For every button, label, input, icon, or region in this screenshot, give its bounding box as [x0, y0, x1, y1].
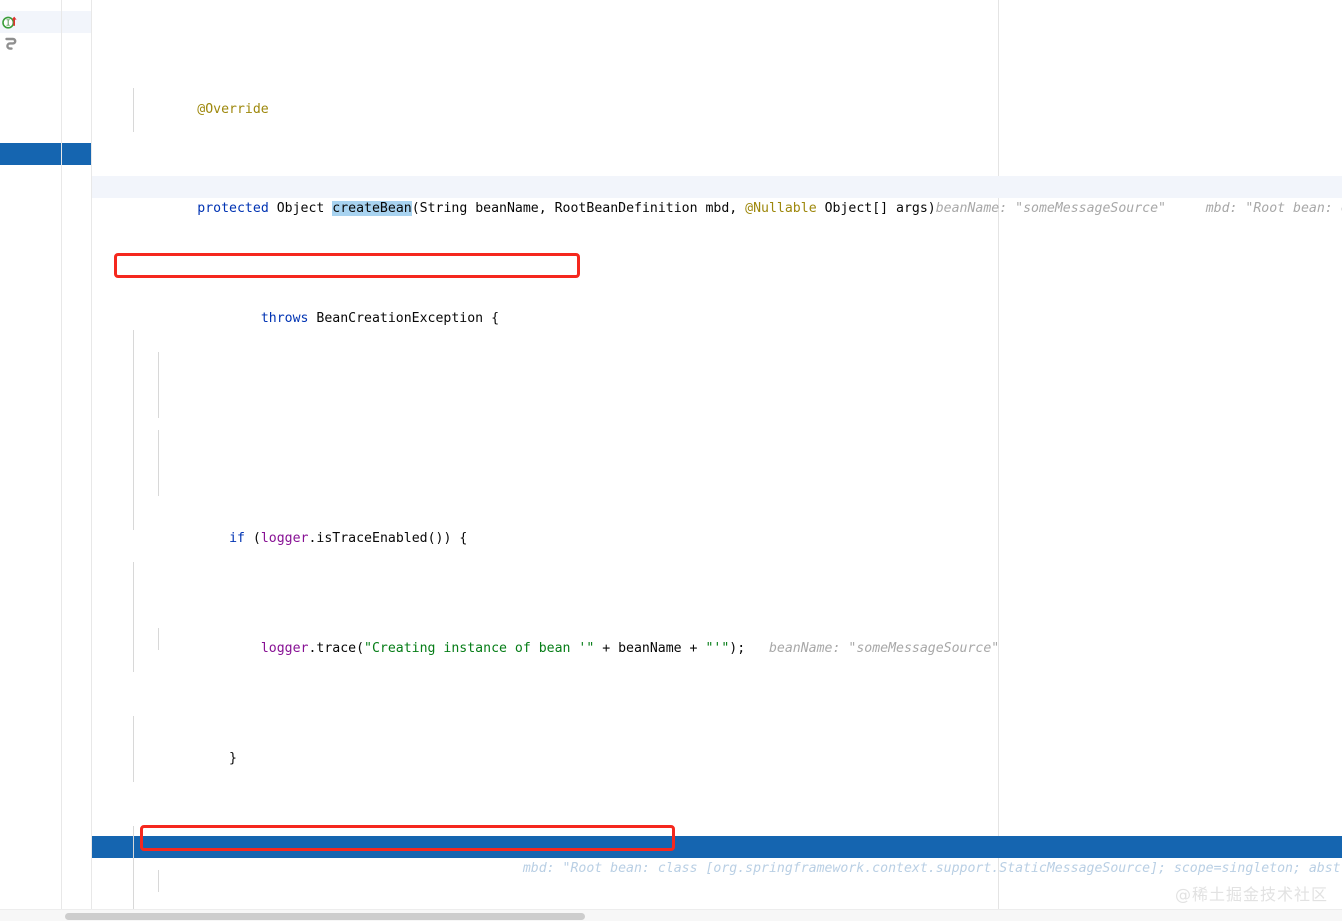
code-token: "Creating instance of bean '"	[364, 641, 595, 656]
inline-hint-beanname-trace	[745, 641, 769, 656]
code-line: protected Object createBean(String beanN…	[92, 176, 1342, 216]
annotation-override: @Override	[165, 102, 269, 117]
implemented-method-icon[interactable]	[2, 36, 18, 52]
indent-guide	[133, 330, 134, 530]
gutter-separator-left	[61, 0, 62, 909]
indent-guide	[133, 88, 134, 132]
code-token: Object[] args)	[816, 201, 936, 216]
indent-guide	[133, 716, 134, 782]
selected-token-createBean[interactable]: createBean	[332, 201, 412, 216]
indent-guide	[158, 430, 159, 496]
code-token: );	[729, 641, 746, 656]
indent-guide	[133, 826, 134, 909]
horizontal-scrollbar-thumb[interactable]	[65, 913, 585, 920]
horizontal-scrollbar-track[interactable]	[0, 909, 1342, 921]
code-token: if	[229, 531, 245, 546]
code-token: (String beanName, RootBeanDefinition mbd…	[411, 201, 746, 216]
watermark-text: @稀土掘金技术社区	[1174, 885, 1328, 904]
annotation-nullable: @Nullable	[745, 201, 817, 216]
code-token: Object	[268, 201, 333, 216]
editor-left-strip	[0, 0, 61, 909]
code-token: BeanCreationException {	[308, 311, 500, 326]
inline-hint-beanname: beanName: "someMessageSource"	[935, 201, 1166, 216]
svg-text:I: I	[6, 19, 11, 28]
inline-hint-mbd-exec-gap	[499, 861, 523, 876]
code-token: mbdToUse	[379, 861, 444, 876]
code-editor-area[interactable]: @Override protected Object createBean(St…	[92, 0, 1342, 909]
code-line: }	[92, 726, 1342, 766]
indent-guide	[158, 628, 159, 650]
override-method-icon[interactable]: I	[2, 14, 18, 30]
indent-guide	[133, 562, 134, 672]
code-token: }	[165, 751, 237, 766]
inline-hint-mbd-exec: mbd: "Root bean: class [org.springframew…	[522, 861, 1342, 876]
code-token: .isTraceEnabled()) {	[308, 531, 468, 546]
code-token: = mbd;	[443, 861, 500, 876]
code-token: + beanName +	[594, 641, 706, 656]
inline-hint-beanname-trace-value: beanName: "someMessageSource"	[768, 641, 1000, 656]
code-line: @Override	[92, 77, 1342, 117]
code-token: .trace(	[308, 641, 365, 656]
code-line: if (logger.isTraceEnabled()) {	[92, 506, 1342, 546]
execution-line-gutter-highlight	[0, 143, 92, 165]
indent-guide	[158, 870, 159, 892]
indent-guide	[158, 352, 159, 418]
code-line: throws BeanCreationException {	[92, 286, 1342, 326]
code-token: throws	[260, 311, 309, 326]
code-text: @Override protected Object createBean(St…	[92, 0, 1342, 909]
code-token: RootBeanDefinition	[165, 861, 380, 876]
code-line: logger.trace("Creating instance of bean …	[92, 616, 1342, 656]
inline-hint-mbd: mbd: "Root bean: class [org.spri	[1205, 201, 1342, 216]
code-token: logger	[260, 641, 309, 656]
inline-hint-spacer	[1166, 201, 1206, 216]
code-token: (	[244, 531, 261, 546]
code-token: logger	[260, 531, 309, 546]
code-token: protected	[197, 201, 269, 216]
code-token: "'"	[705, 641, 730, 656]
code-line-execution-point: RootBeanDefinition mbdToUse = mbd; mbd: …	[92, 836, 1342, 876]
ide-editor-window: I @Override protected Object createBean(…	[0, 0, 1342, 921]
